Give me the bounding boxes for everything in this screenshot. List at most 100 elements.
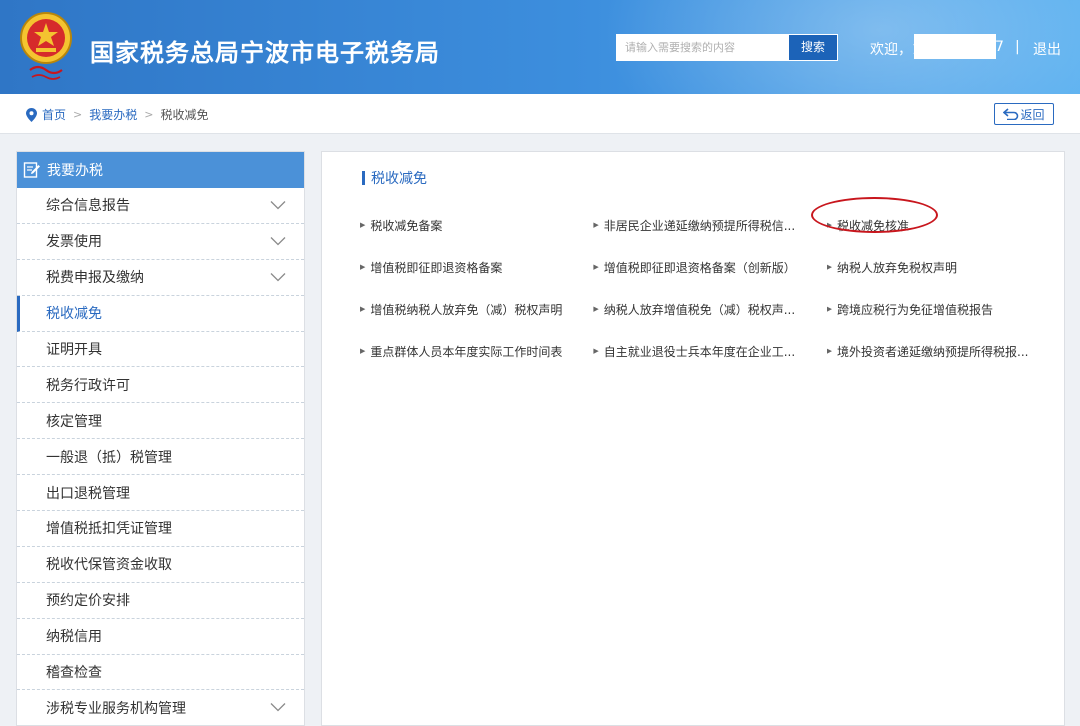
service-link-label: 跨境应税行为免征增值税报告 (837, 302, 994, 317)
service-link-label: 纳税人放弃增值税免（减）税权声... (603, 302, 796, 317)
chevron-down-icon[interactable] (270, 236, 286, 246)
sidebar-header: 我要办税 (17, 152, 304, 188)
username-tail: 7 (995, 39, 1004, 55)
service-link[interactable]: ▶ 增值税纳税人放弃免（减）税权声明 (360, 301, 593, 318)
sidebar-item[interactable]: 证明开具 (17, 332, 304, 368)
sidebar-item[interactable]: 发票使用 (17, 224, 304, 260)
service-link[interactable]: ▶ 增值税即征即退资格备案 (360, 259, 593, 276)
sidebar-item[interactable]: 出口退税管理 (17, 475, 304, 512)
sidebar-item-label: 综合信息报告 (46, 198, 130, 215)
service-link-label: 纳税人放弃免税权声明 (837, 260, 958, 275)
service-link[interactable]: ▶ 自主就业退役士兵本年度在企业工... (593, 343, 826, 360)
chevron-down-icon[interactable] (270, 272, 286, 282)
sidebar-item-label: 税收代保管资金收取 (46, 557, 172, 574)
chevron-down-icon[interactable] (270, 702, 286, 712)
sidebar-item-label: 一般退（抵）税管理 (46, 449, 172, 466)
bullet-triangle-icon: ▶ (593, 347, 599, 355)
breadcrumb-bar: 首页 > 我要办税 > 税收减免 (0, 94, 1080, 134)
search-input[interactable] (616, 34, 788, 61)
link-row: ▶ 重点群体人员本年度实际工作时间表 ▶ 自主就业退役士兵本年度在企业工... ▶ 境外投… (360, 330, 1060, 372)
service-link[interactable]: ▶ 纳税人放弃免税权声明 (827, 259, 1060, 276)
service-link-label: 增值税纳税人放弃免（减）税权声明 (370, 302, 563, 317)
username-redaction (914, 34, 996, 59)
sidebar-item-label: 核定管理 (46, 413, 102, 430)
edit-document-icon (23, 162, 40, 178)
service-link-label: 税收减免核准 (837, 218, 910, 233)
return-arrow-icon (1003, 108, 1019, 120)
bullet-triangle-icon: ▶ (360, 221, 366, 229)
section-title: 税收减免 (362, 168, 427, 188)
link-row: ▶ 增值税纳税人放弃免（减）税权声明 ▶ 纳税人放弃增值税免（减）税权声... ▶ 跨境应… (360, 288, 1060, 330)
service-link[interactable]: ▶ 纳税人放弃增值税免（减）税权声... (593, 301, 826, 318)
bullet-triangle-icon: ▶ (593, 221, 599, 229)
link-row: ▶ 税收减免备案 ▶ 非居民企业递延缴纳预提所得税信... ▶ 税收减免核准 (360, 204, 1060, 246)
bullet-triangle-icon: ▶ (826, 305, 833, 313)
sidebar-item[interactable]: 增值税抵扣凭证管理 (17, 511, 304, 547)
sidebar-item[interactable]: 核定管理 (17, 403, 304, 440)
bullet-triangle-icon: ▶ (593, 263, 599, 271)
sidebar-item[interactable]: 税务行政许可 (17, 367, 304, 404)
bullet-triangle-icon: ▶ (593, 305, 599, 313)
sidebar-item-label: 发票使用 (46, 234, 102, 251)
bullet-triangle-icon: ▶ (826, 221, 833, 229)
sidebar-item[interactable]: 预约定价安排 (17, 583, 304, 619)
service-link[interactable]: ▶ 非居民企业递延缴纳预提所得税信... (593, 217, 826, 234)
breadcrumb-level1[interactable]: 我要办税 (89, 106, 137, 123)
sidebar-item[interactable]: 纳税信用 (17, 619, 304, 655)
section-title-bar (362, 171, 365, 185)
service-link-label: 重点群体人员本年度实际工作时间表 (370, 344, 563, 359)
site-header: 国家税务总局宁波市电子税务局 搜索 欢迎，1 7 | 退出 (0, 0, 1080, 94)
bullet-triangle-icon: ▶ (360, 305, 366, 313)
sidebar-item-label: 预约定价安排 (46, 593, 130, 610)
sidebar-item-label: 稽查检查 (46, 665, 102, 682)
bullet-triangle-icon: ▶ (826, 347, 833, 355)
bullet-triangle-icon: ▶ (360, 347, 366, 355)
service-link-label: 自主就业退役士兵本年度在企业工... (603, 344, 796, 359)
sidebar-item-label: 税务行政许可 (46, 377, 130, 394)
content-panel: 税收减免 ▶ 税收减免备案 ▶ 非居民企业递延缴纳预提所得税信... ▶ 税收减免核准 ▶ 增… (321, 151, 1065, 726)
back-button[interactable]: 返回 (994, 103, 1054, 125)
section-title-text: 税收减免 (371, 171, 427, 187)
location-pin-icon (26, 107, 37, 122)
sidebar-item[interactable]: 涉税专业服务机构管理 (17, 690, 304, 725)
sidebar-item[interactable]: 税收代保管资金收取 (17, 547, 304, 583)
header-separator: | (1015, 39, 1020, 55)
service-link[interactable]: ▶ 增值税即征即退资格备案（创新版） (593, 259, 826, 276)
sidebar-item[interactable]: 稽查检查 (17, 655, 304, 691)
sidebar-title: 我要办税 (47, 163, 103, 179)
bullet-triangle-icon: ▶ (826, 263, 833, 271)
tax-emblem-icon (20, 12, 72, 80)
breadcrumb-arrow: > (73, 108, 83, 121)
service-link-label: 税收减免备案 (370, 218, 443, 233)
sidebar-item[interactable]: 税费申报及缴纳 (17, 260, 304, 296)
breadcrumb-current: 税收减免 (160, 108, 209, 122)
back-button-label: 返回 (1020, 107, 1045, 122)
breadcrumb-home[interactable]: 首页 (42, 106, 66, 123)
sidebar-item-label: 涉税专业服务机构管理 (46, 700, 186, 717)
service-link[interactable]: ▶ 税收减免核准 (827, 217, 1060, 234)
sidebar: 我要办税 综合信息报告 发票使用税费申报及缴纳税收减免证明开具税务行政许可 核定管理… (16, 151, 305, 726)
logout-link[interactable]: 退出 (1033, 39, 1061, 59)
service-link[interactable]: ▶ 税收减免备案 (360, 217, 593, 234)
chevron-down-icon[interactable] (270, 200, 286, 210)
bullet-triangle-icon: ▶ (360, 263, 366, 271)
sidebar-item-label: 增值税抵扣凭证管理 (46, 521, 172, 538)
sidebar-item[interactable]: 税收减免 (17, 295, 304, 332)
sidebar-menu: 综合信息报告 发票使用税费申报及缴纳税收减免证明开具税务行政许可 核定管理一般退（抵… (17, 188, 304, 725)
site-title: 国家税务总局宁波市电子税务局 (90, 39, 440, 67)
service-link[interactable]: ▶ 境外投资者递延缴纳预提所得税报... (827, 343, 1060, 360)
sidebar-item-label: 税收减免 (46, 306, 102, 323)
service-link-label: 增值税即征即退资格备案（创新版） (603, 260, 796, 275)
sidebar-item-label: 纳税信用 (46, 629, 102, 646)
sidebar-item-label: 出口退税管理 (46, 485, 130, 502)
service-link-label: 非居民企业递延缴纳预提所得税信... (603, 218, 796, 233)
service-link[interactable]: ▶ 跨境应税行为免征增值税报告 (827, 301, 1060, 318)
search-button[interactable]: 搜索 (788, 34, 838, 61)
service-link[interactable]: ▶ 重点群体人员本年度实际工作时间表 (360, 343, 593, 360)
sidebar-item-label: 证明开具 (46, 342, 102, 358)
service-link-label: 增值税即征即退资格备案 (370, 260, 503, 275)
sidebar-item[interactable]: 一般退（抵）税管理 (17, 439, 304, 476)
sidebar-item[interactable]: 综合信息报告 (17, 188, 304, 224)
service-link-grid: ▶ 税收减免备案 ▶ 非居民企业递延缴纳预提所得税信... ▶ 税收减免核准 ▶ 增值税即征即… (360, 204, 1060, 372)
service-link-label: 境外投资者递延缴纳预提所得税报... (837, 344, 1029, 359)
